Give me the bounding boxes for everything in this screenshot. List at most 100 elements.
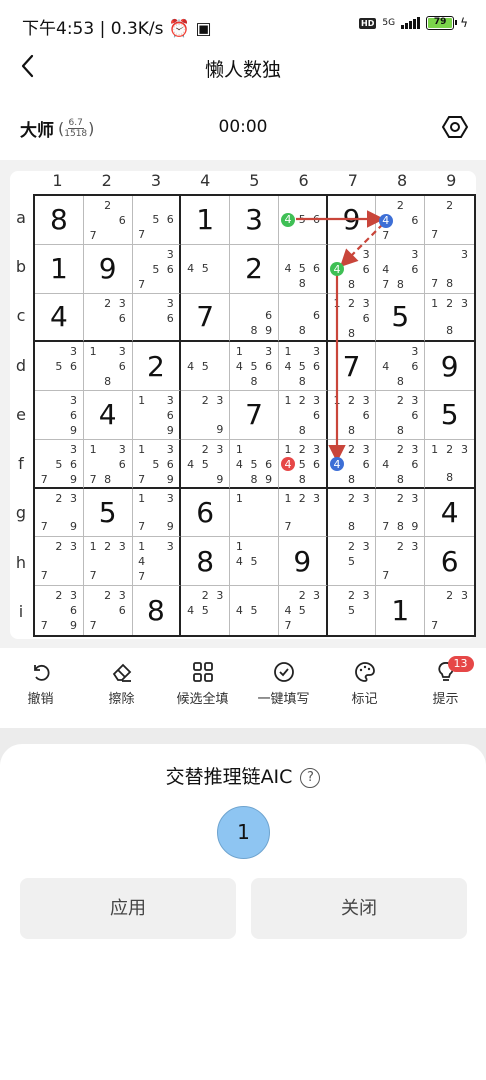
candidate-6: 6 (118, 311, 126, 325)
hint-count-badge: 13 (447, 656, 474, 672)
grid-cell-a6[interactable]: 456 (278, 196, 328, 245)
grid-cell-c8[interactable]: 5 (376, 293, 426, 343)
grid-cell-i3[interactable]: 8 (132, 586, 182, 635)
mark-button[interactable]: 标记 (324, 660, 405, 720)
grid-cell-h4[interactable]: 8 (181, 537, 231, 587)
erase-button[interactable]: 擦除 (81, 660, 162, 720)
grid-cell-h9[interactable]: 6 (425, 537, 474, 587)
grid-cell-c9[interactable]: 1238 (425, 293, 474, 343)
candidate-3: 3 (166, 296, 174, 310)
apply-button[interactable]: 应用 (20, 878, 236, 939)
grid-cell-h3[interactable]: 1 3 47 (132, 537, 182, 587)
grid-cell-f6[interactable]: 123 4568 (278, 439, 328, 489)
grid-cell-f2[interactable]: 1 36 78 (83, 439, 133, 489)
grid-cell-c3[interactable]: 36 (132, 293, 182, 343)
grid-cell-h2[interactable]: 123 7 (83, 537, 133, 587)
grid-cell-d2[interactable]: 1 368 (83, 342, 133, 392)
grid-cell-f1[interactable]: 356 7 9 (35, 439, 84, 489)
grid-cell-b1[interactable]: 1 (35, 244, 84, 294)
grid-cell-e8[interactable]: 2368 (376, 391, 426, 440)
grid-cell-a2[interactable]: 26 7 (83, 196, 133, 245)
grid-cell-d5[interactable]: 1 3 4568 (230, 342, 279, 392)
grid-cell-e9[interactable]: 5 (425, 391, 474, 440)
grid-cell-b4[interactable]: 45 (181, 244, 231, 294)
grid-cell-g8[interactable]: 23 789 (376, 488, 426, 538)
grid-cell-g1[interactable]: 23 7 9 (35, 488, 84, 538)
grid-cell-b9[interactable]: 3 78 (425, 244, 474, 294)
grid-cell-i2[interactable]: 236 7 (83, 586, 133, 635)
grid-cell-a3[interactable]: 56 7 (132, 196, 182, 245)
fill-candidates-button[interactable]: 候选全填 (162, 660, 243, 720)
grid-cell-d8[interactable]: 3 4 68 (376, 342, 426, 392)
grid-cell-b3[interactable]: 356 7 (132, 244, 182, 294)
grid-cell-f5[interactable]: 145689 (230, 439, 279, 489)
grid-cell-e2[interactable]: 4 (83, 391, 133, 440)
grid-cell-c7[interactable]: 12368 (327, 293, 377, 343)
grid-cell-e7[interactable]: 12368 (327, 391, 377, 440)
grid-cell-d7[interactable]: 7 (327, 342, 377, 392)
grid-cell-d9[interactable]: 9 (425, 342, 474, 392)
close-button[interactable]: 关闭 (251, 878, 467, 939)
grid-cell-g4[interactable]: 6 (181, 488, 231, 538)
grid-cell-e5[interactable]: 7 (230, 391, 279, 440)
grid-cell-h8[interactable]: 23 7 (376, 537, 426, 587)
grid-cell-h6[interactable]: 9 (278, 537, 328, 587)
grid-cell-g3[interactable]: 1 3 7 9 (132, 488, 182, 538)
grid-cell-g9[interactable]: 4 (425, 488, 474, 538)
settings-icon[interactable] (441, 114, 469, 144)
grid-cell-i7[interactable]: 235 (327, 586, 377, 635)
grid-cell-b6[interactable]: 4568 (278, 244, 328, 294)
grid-cell-c1[interactable]: 4 (35, 293, 84, 343)
grid-cell-c5[interactable]: 689 (230, 293, 279, 343)
grid-cell-g5[interactable]: 1 (230, 488, 279, 538)
grid-cell-a7[interactable]: 9 (327, 196, 377, 245)
grid-cell-f9[interactable]: 1238 (425, 439, 474, 489)
grid-cell-d3[interactable]: 2 (132, 342, 182, 392)
grid-cell-d4[interactable]: 45 (181, 342, 231, 392)
grid-cell-a9[interactable]: 27 (425, 196, 474, 245)
hint-button[interactable]: 提示 13 (405, 656, 486, 720)
grid-cell-f3[interactable]: 1 356 7 9 (132, 439, 182, 489)
grid-cell-c2[interactable]: 236 (83, 293, 133, 343)
grid-cell-h5[interactable]: 145 (230, 537, 279, 587)
grid-cell-f8[interactable]: 23 4 68 (376, 439, 426, 489)
grid-cell-g7[interactable]: 23 8 (327, 488, 377, 538)
grid-cell-c6[interactable]: 68 (278, 293, 328, 343)
grid-cell-f4[interactable]: 23 459 (181, 439, 231, 489)
grid-cell-e1[interactable]: 369 (35, 391, 84, 440)
grid-cell-b8[interactable]: 3 4 6 78 (376, 244, 426, 294)
candidate-4 (183, 408, 198, 422)
candidate-8: 8 (446, 470, 454, 484)
step-indicator[interactable]: 1 (217, 806, 270, 859)
undo-button[interactable]: 撤销 (0, 660, 81, 720)
grid-cell-i5[interactable]: 45 (230, 586, 279, 635)
grid-cell-d6[interactable]: 1 3 4568 (278, 342, 328, 392)
grid-cell-d1[interactable]: 356 (35, 342, 84, 392)
grid-cell-i4[interactable]: 23 45 (181, 586, 231, 635)
grid-cell-b5[interactable]: 2 (230, 244, 279, 294)
grid-cell-g6[interactable]: 123 7 (278, 488, 328, 538)
grid-cell-e4[interactable]: 23 9 (181, 391, 231, 440)
grid-cell-i8[interactable]: 1 (376, 586, 426, 635)
grid-cell-e6[interactable]: 12368 (278, 391, 328, 440)
help-icon[interactable]: ? (300, 768, 321, 788)
grid-cell-a8[interactable]: 24 6 7 (376, 196, 426, 245)
grid-cell-b7[interactable]: 3 4 68 (327, 244, 377, 294)
grid-cell-f7[interactable]: 23 4 68 (327, 439, 377, 489)
grid-cell-i6[interactable]: 23 457 (278, 586, 328, 635)
grid-cell-h7[interactable]: 235 (327, 537, 377, 587)
grid-cell-g2[interactable]: 5 (83, 488, 133, 538)
one-click-fill-button[interactable]: 一键填写 (243, 660, 324, 720)
grid-cell-b2[interactable]: 9 (83, 244, 133, 294)
candidates: 689 (232, 296, 276, 339)
grid-cell-i9[interactable]: 23 7 (425, 586, 474, 635)
grid-cell-a1[interactable]: 8 (35, 196, 84, 245)
grid-cell-h1[interactable]: 23 7 (35, 537, 84, 587)
grid-cell-e3[interactable]: 1 369 (132, 391, 182, 440)
grid-cell-a4[interactable]: 1 (181, 196, 231, 245)
candidate-5 (52, 506, 67, 520)
grid-cell-c4[interactable]: 7 (181, 293, 231, 343)
candidate-1: 1 (138, 540, 146, 554)
grid-cell-i1[interactable]: 236 7 9 (35, 586, 84, 635)
grid-cell-a5[interactable]: 3 (230, 196, 279, 245)
